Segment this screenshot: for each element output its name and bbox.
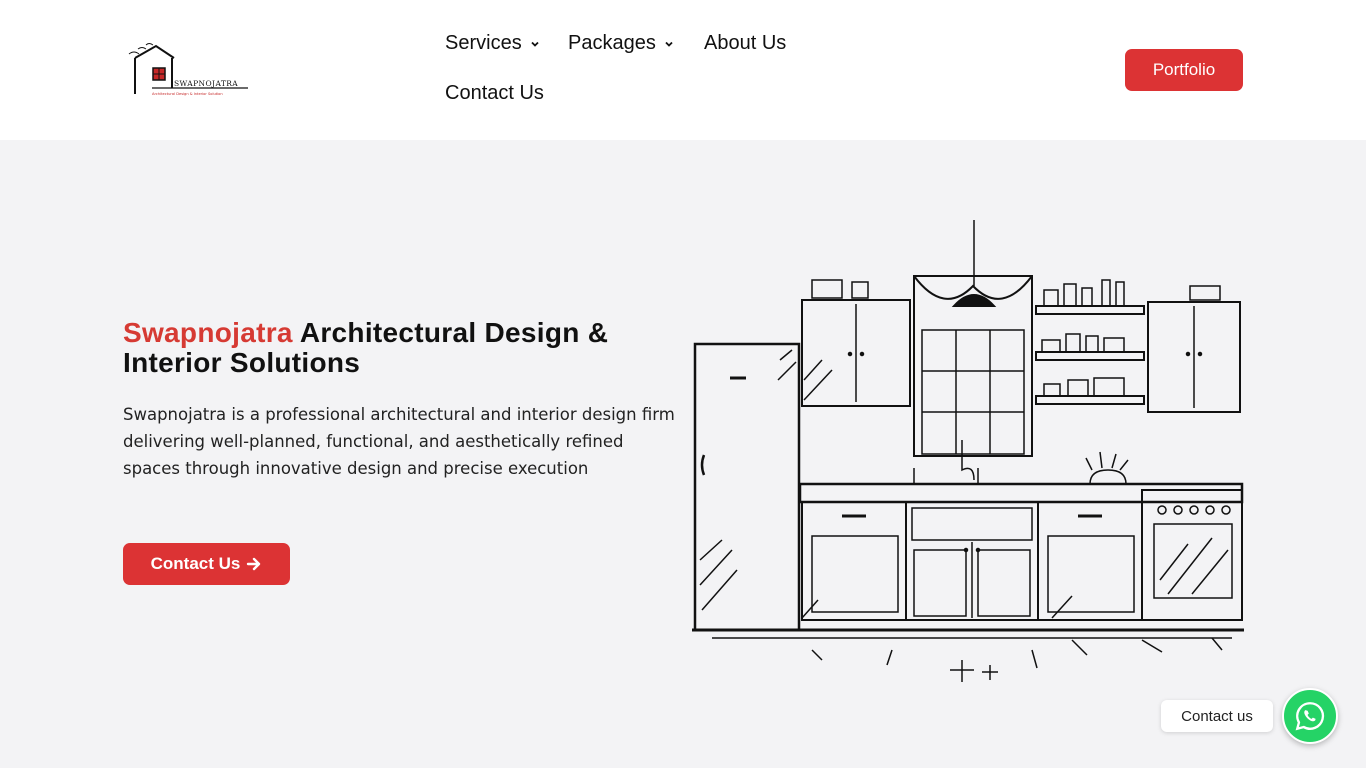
whatsapp-icon — [1295, 702, 1325, 731]
nav-services[interactable]: Services — [445, 32, 540, 55]
logo-tagline: Architectural Design & Interior Solution — [152, 92, 223, 96]
site-header: SWAPNOJATRA Architectural Design & Inter… — [0, 0, 1366, 140]
chevron-down-icon — [531, 41, 539, 47]
nav-contact-label: Contact Us — [445, 82, 544, 104]
nav-about[interactable]: About Us — [704, 32, 786, 55]
logo-text: SWAPNOJATRA — [174, 79, 239, 88]
hero-description: Swapnojatra is a professional architectu… — [123, 405, 675, 478]
site-logo[interactable]: SWAPNOJATRA Architectural Design & Inter… — [126, 40, 250, 102]
nav-packages-label: Packages — [568, 32, 656, 54]
hero-title-brand: Swapnojatra — [123, 317, 293, 348]
nav-packages[interactable]: Packages — [568, 32, 674, 55]
portfolio-button[interactable]: Portfolio — [1125, 49, 1243, 91]
nav-contact[interactable]: Contact Us — [445, 82, 544, 105]
kitchen-illustration — [692, 220, 1244, 682]
arrow-right-icon — [247, 557, 261, 571]
chevron-down-icon — [665, 41, 673, 47]
nav-services-label: Services — [445, 32, 522, 54]
hero-contact-label: Contact Us — [150, 554, 241, 573]
hero-title: Swapnojatra Architectural Design & Inter… — [123, 318, 683, 378]
chat-label[interactable]: Contact us — [1161, 700, 1273, 732]
hero-contact-button[interactable]: Contact Us — [123, 543, 290, 585]
nav-about-label: About Us — [704, 32, 787, 54]
whatsapp-button[interactable] — [1282, 688, 1338, 744]
